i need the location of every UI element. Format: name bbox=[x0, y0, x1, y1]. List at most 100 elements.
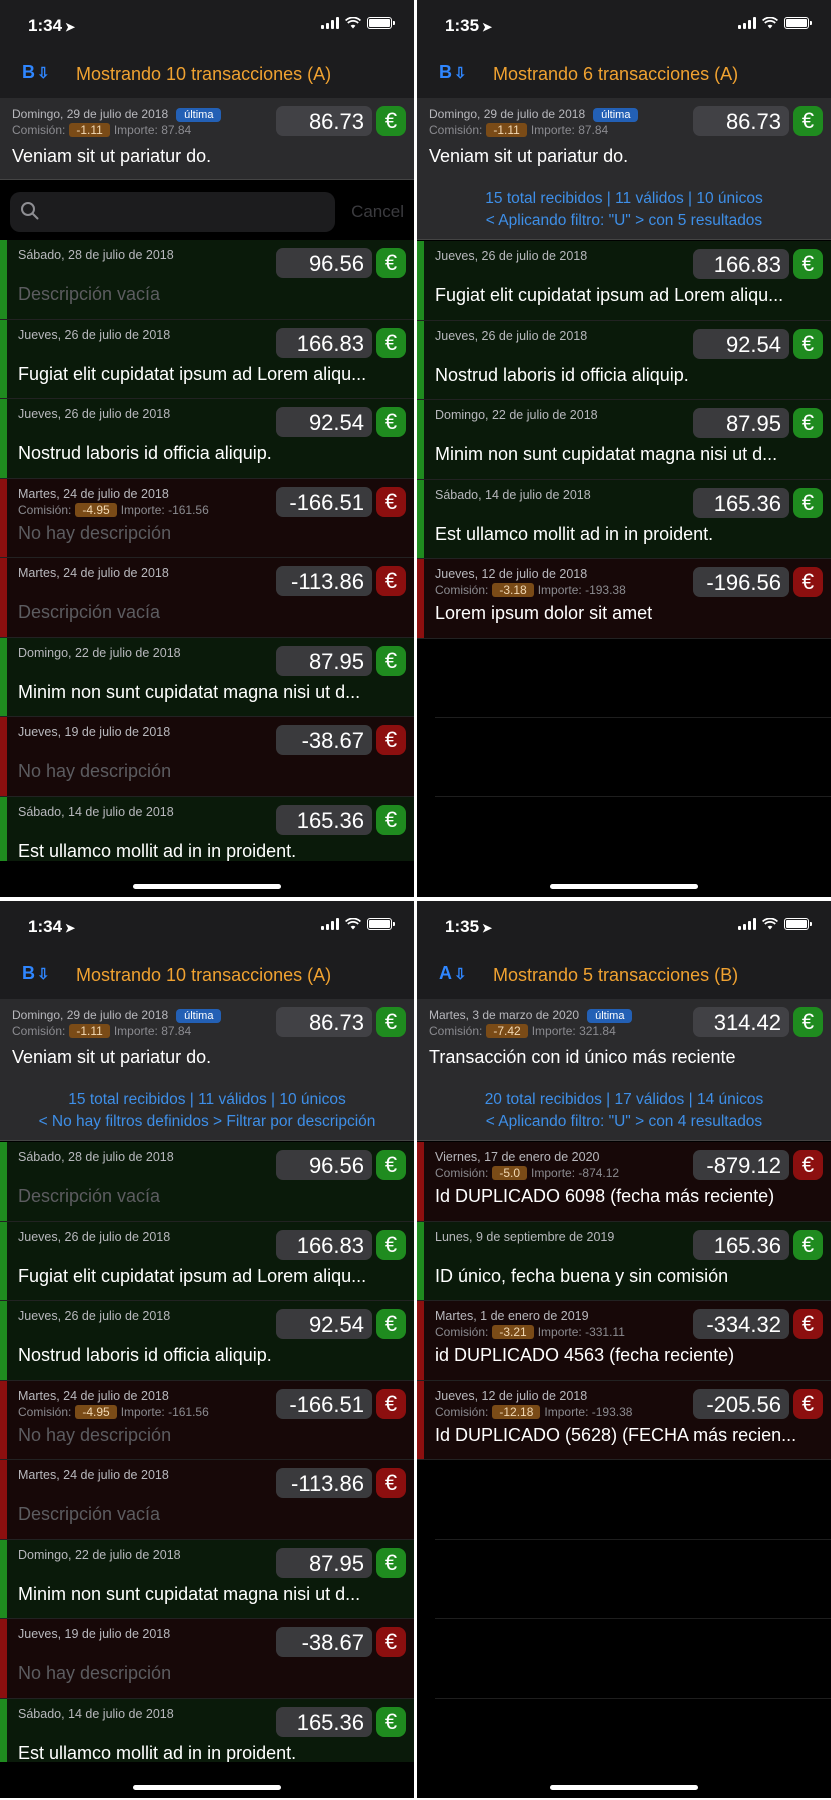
transaction-row[interactable]: Sábado, 14 de julio de 2018 165.36 € Est… bbox=[417, 479, 831, 559]
transaction-amount: 92.54 bbox=[276, 407, 372, 437]
transaction-amount: 165.36 bbox=[276, 804, 372, 835]
transaction-description: No hay descripción bbox=[18, 1424, 172, 1445]
transaction-row[interactable]: Sábado, 28 de julio de 2018 96.56 € Desc… bbox=[0, 1142, 414, 1222]
euro-icon: € bbox=[376, 486, 406, 517]
transaction-description: No hay descripción bbox=[18, 761, 172, 781]
euro-icon: € bbox=[793, 1309, 823, 1339]
header-description: Veniam sit ut pariatur do. bbox=[12, 146, 212, 166]
transaction-amount: -113.86 bbox=[276, 566, 372, 596]
cellular-signal-icon bbox=[321, 17, 339, 29]
home-indicator[interactable] bbox=[550, 1785, 698, 1790]
transaction-description: Fugiat elit cupidatat ipsum ad Lorem ali… bbox=[18, 363, 367, 384]
sort-order-button[interactable]: B ⇩ bbox=[22, 963, 50, 984]
transaction-description: Descripción vacía bbox=[18, 602, 161, 622]
nav-title: Mostrando 10 transacciones (A) bbox=[76, 965, 332, 985]
search-input[interactable] bbox=[46, 192, 326, 232]
transaction-description: Est ullamco mollit ad in in proident. bbox=[18, 1742, 297, 1763]
transaction-row[interactable]: Martes, 24 de julio de 2018 -113.86 € De… bbox=[0, 558, 414, 638]
search-field[interactable] bbox=[10, 192, 335, 232]
transaction-description: Lorem ipsum dolor sit amet bbox=[435, 603, 653, 623]
euro-icon: € bbox=[793, 1229, 823, 1260]
battery-icon bbox=[367, 17, 395, 29]
euro-icon: € bbox=[376, 327, 406, 358]
filter-by-description-link[interactable]: < No hay filtros definidos > Filtrar por… bbox=[0, 1113, 414, 1131]
transaction-description: ID único, fecha buena y sin comisión bbox=[435, 1265, 729, 1286]
euro-icon: € bbox=[376, 1388, 406, 1419]
transaction-row[interactable]: Jueves, 26 de julio de 2018 92.54 € Nost… bbox=[0, 1301, 414, 1381]
filter-status-link[interactable]: < Aplicando filtro: "U" > con 5 resultad… bbox=[417, 212, 831, 230]
nav-title: Mostrando 6 transacciones (A) bbox=[493, 64, 739, 84]
cellular-signal-icon bbox=[738, 918, 756, 930]
euro-icon: € bbox=[376, 407, 406, 437]
latest-transaction-header[interactable]: Domingo, 29 de julio de 2018 última Comis… bbox=[0, 98, 414, 180]
transaction-commission: Comisión: -5.0 Importe: -874.12 bbox=[435, 1166, 620, 1180]
header-date: Domingo, 29 de julio de 2018 última bbox=[429, 107, 639, 122]
bottom-safe-area bbox=[417, 861, 831, 897]
latest-transaction-header[interactable]: Domingo, 29 de julio de 2018 última Comis… bbox=[417, 98, 831, 240]
cancel-button[interactable]: Cancel bbox=[351, 202, 404, 222]
transaction-row[interactable]: Sábado, 28 de julio de 2018 96.56 € Desc… bbox=[0, 240, 414, 320]
euro-icon: € bbox=[376, 1007, 406, 1037]
filter-status-link[interactable]: < Aplicando filtro: "U" > con 4 resultad… bbox=[417, 1113, 831, 1131]
transaction-amount: 96.56 bbox=[276, 248, 372, 278]
transaction-row[interactable]: Jueves, 26 de julio de 2018 166.83 € Fug… bbox=[0, 1221, 414, 1301]
latest-transaction-header[interactable]: Martes, 3 de marzo de 2020 última Comisió… bbox=[417, 999, 831, 1141]
latest-badge: última bbox=[176, 108, 222, 122]
home-indicator[interactable] bbox=[133, 884, 281, 889]
transaction-row[interactable]: Martes, 24 de julio de 2018 -113.86 € De… bbox=[0, 1460, 414, 1540]
header-commission: Comisión: -1.11 Importe: 87.84 bbox=[12, 123, 192, 137]
home-indicator[interactable] bbox=[133, 1785, 281, 1790]
transaction-description: Minim non sunt cupidatat magna nisi ut d… bbox=[18, 1583, 361, 1604]
sort-order-button[interactable]: B ⇩ bbox=[439, 62, 467, 83]
transaction-row[interactable]: Domingo, 22 de julio de 2018 87.95 € Min… bbox=[0, 637, 414, 717]
nav-bar: B ⇩ Mostrando 6 transacciones (A) bbox=[417, 50, 831, 98]
header-commission: Comisión: -7.42 Importe: 321.84 bbox=[429, 1024, 616, 1038]
latest-transaction-header[interactable]: Domingo, 29 de julio de 2018 última Comis… bbox=[0, 999, 414, 1141]
transaction-row[interactable]: Jueves, 12 de julio de 2018 Comisión: -12… bbox=[417, 1380, 831, 1460]
euro-icon: € bbox=[793, 106, 823, 136]
latest-badge: última bbox=[176, 1009, 222, 1023]
location-arrow-icon: ➤ bbox=[65, 921, 76, 935]
euro-icon: € bbox=[376, 725, 406, 755]
sort-order-button[interactable]: A ⇩ bbox=[439, 963, 467, 984]
header-amount: 86.73 bbox=[276, 1007, 372, 1037]
transaction-description: Fugiat elit cupidatat ipsum ad Lorem ali… bbox=[18, 1265, 367, 1286]
status-bar: 1:35 ➤ bbox=[417, 901, 831, 951]
wifi-icon bbox=[762, 918, 778, 930]
transaction-amount: 166.83 bbox=[276, 327, 372, 358]
transaction-row[interactable]: Martes, 1 de enero de 2019 Comisión: -3.2… bbox=[417, 1301, 831, 1381]
transaction-row[interactable]: Jueves, 12 de julio de 2018 Comisión: -3.… bbox=[417, 559, 831, 639]
transaction-description: Minim non sunt cupidatat magna nisi ut d… bbox=[435, 444, 778, 464]
transaction-row[interactable]: Jueves, 26 de julio de 2018 92.54 € Nost… bbox=[417, 320, 831, 400]
transaction-amount: 166.83 bbox=[693, 249, 789, 279]
transaction-list: Viernes, 17 de enero de 2020 Comisión: -5… bbox=[417, 1142, 831, 1460]
transaction-amount: -196.56 bbox=[693, 567, 789, 597]
location-arrow-icon: ➤ bbox=[65, 20, 76, 34]
nav-title: Mostrando 5 transacciones (B) bbox=[493, 965, 739, 985]
home-indicator[interactable] bbox=[550, 884, 698, 889]
status-time: 1:34 ➤ bbox=[28, 16, 76, 35]
transaction-description: Nostrud laboris id officia aliquip. bbox=[18, 1345, 272, 1365]
transaction-row[interactable]: Martes, 24 de julio de 2018 Comisión: -4.… bbox=[0, 1380, 414, 1460]
transaction-row[interactable]: Jueves, 19 de julio de 2018 -38.67 € No … bbox=[0, 717, 414, 797]
transaction-row[interactable]: Viernes, 17 de enero de 2020 Comisión: -5… bbox=[417, 1142, 831, 1222]
transaction-description: No hay descripción bbox=[18, 522, 172, 543]
transaction-amount: 165.36 bbox=[693, 487, 789, 518]
transaction-row[interactable]: Jueves, 19 de julio de 2018 -38.67 € No … bbox=[0, 1619, 414, 1699]
transaction-row[interactable]: Jueves, 26 de julio de 2018 166.83 € Fug… bbox=[0, 319, 414, 399]
stats-summary: 15 total recibidos | 11 válidos | 10 úni… bbox=[68, 1091, 346, 1108]
latest-badge: última bbox=[587, 1009, 633, 1023]
transaction-row[interactable]: Lunes, 9 de septiembre de 2019 165.36 € … bbox=[417, 1221, 831, 1301]
transaction-row[interactable]: Domingo, 22 de julio de 2018 87.95 € Min… bbox=[0, 1539, 414, 1619]
sort-order-button[interactable]: B ⇩ bbox=[22, 62, 50, 83]
transaction-row[interactable]: Jueves, 26 de julio de 2018 166.83 € Fug… bbox=[417, 241, 831, 321]
transaction-row[interactable]: Jueves, 26 de julio de 2018 92.54 € Nost… bbox=[0, 399, 414, 479]
euro-icon: € bbox=[793, 328, 823, 359]
nav-title: Mostrando 10 transacciones (A) bbox=[76, 64, 332, 84]
screen-filtered: 1:35 ➤ B ⇩ Mostrando 6 transacciones (A) D… bbox=[417, 0, 831, 897]
transaction-row[interactable]: Martes, 24 de julio de 2018 Comisión: -4.… bbox=[0, 478, 414, 558]
transaction-row[interactable]: Domingo, 22 de julio de 2018 87.95 € Min… bbox=[417, 400, 831, 480]
transaction-amount: -113.86 bbox=[276, 1468, 372, 1498]
header-date: Domingo, 29 de julio de 2018 última bbox=[12, 107, 222, 122]
transaction-amount: -166.51 bbox=[276, 1388, 372, 1419]
